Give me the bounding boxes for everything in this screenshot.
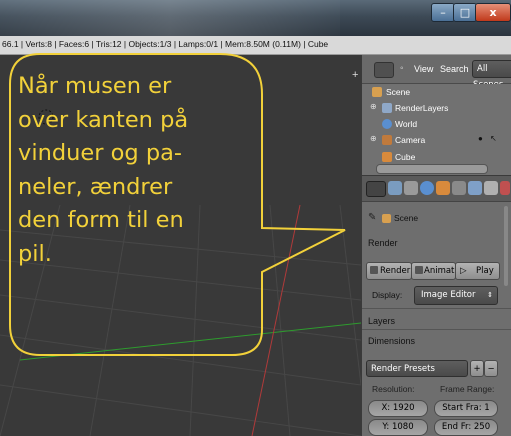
resolution-y-field[interactable]: Y: 1080: [368, 419, 428, 436]
render-icon: [370, 266, 378, 274]
animation-button[interactable]: Animati: [411, 262, 457, 280]
view-menu[interactable]: View: [414, 64, 433, 74]
outliner-item-label: Scene: [386, 87, 411, 97]
outliner-scrollbar[interactable]: [376, 164, 488, 174]
outliner-item-label: RenderLayers: [395, 103, 449, 113]
play-button[interactable]: ▷ Play: [455, 262, 500, 280]
world-icon: [382, 119, 392, 129]
display-dropdown[interactable]: Image Editor ⇕: [414, 286, 498, 305]
modifier-tab-icon[interactable]: [468, 181, 482, 195]
data-tab-icon[interactable]: [484, 181, 498, 195]
properties-tabs: [362, 176, 511, 202]
outliner-header: ◦ View Search All Scenes: [362, 55, 511, 90]
expand-icon[interactable]: ⊕: [370, 102, 377, 111]
cube-icon: [382, 152, 392, 162]
cursor-icon[interactable]: ↖: [490, 134, 497, 143]
scene-filter-dropdown[interactable]: All Scenes: [472, 60, 511, 90]
scene-context-icon: [382, 214, 391, 223]
outliner-item-label: Cube: [395, 152, 416, 162]
callout-line: den form til en: [18, 207, 184, 234]
resolution-y-value: Y: 1080: [382, 422, 414, 432]
play-icon: ▷: [460, 266, 467, 276]
frame-range-label: Frame Range:: [440, 384, 495, 394]
properties-panel: ✎ Scene Render Render Animati ▷ Play Dis…: [362, 176, 511, 436]
window-title-bar: – □ x: [0, 0, 511, 36]
start-frame-field[interactable]: Start Fra: 1: [434, 400, 498, 417]
editor-type-icon[interactable]: [366, 181, 386, 197]
outliner-item-renderlayers[interactable]: ⊕ RenderLayers: [366, 102, 496, 116]
display-label: Display:: [372, 290, 403, 300]
outliner-item-scene[interactable]: Scene: [366, 86, 486, 100]
end-frame-field[interactable]: End Fr: 250: [434, 419, 498, 436]
scene-tab-icon[interactable]: [404, 181, 418, 195]
maximize-button[interactable]: □: [453, 3, 477, 22]
remove-preset-button[interactable]: −: [484, 360, 498, 377]
callout-line: neler, ændrer: [18, 173, 173, 200]
resolution-x-value: X: 1920: [381, 403, 415, 413]
properties-scrollbar[interactable]: [504, 206, 508, 286]
object-tab-icon[interactable]: [436, 181, 450, 195]
callout-line: vinduer og pa-: [18, 140, 183, 167]
render-button-label: Render: [380, 266, 411, 276]
outliner-item-label: Camera: [395, 135, 426, 145]
close-button[interactable]: x: [475, 3, 511, 22]
dimensions-section-label: Dimensions: [368, 336, 416, 346]
eye-icon[interactable]: ●: [478, 134, 483, 143]
render-button[interactable]: Render: [366, 262, 412, 280]
outliner-tree: Scene ⊕ RenderLayers World ⊕ Camera ● ↖ …: [362, 84, 511, 175]
minimize-button[interactable]: –: [431, 3, 455, 22]
animation-button-label: Animati: [424, 266, 457, 276]
render-presets-label: Render Presets: [371, 364, 435, 374]
scene-icon: [372, 87, 382, 97]
context-label: Scene: [394, 213, 419, 223]
render-tab-icon[interactable]: [388, 181, 402, 195]
material-tab-icon[interactable]: [500, 181, 510, 195]
callout-line: pil.: [18, 240, 52, 267]
resolution-label: Resolution:: [372, 384, 415, 394]
outliner-item-camera[interactable]: ⊕ Camera ● ↖: [366, 134, 506, 148]
section-divider: [362, 308, 511, 309]
display-value: Image Editor: [421, 290, 476, 300]
callout-line: over kanten på: [18, 106, 189, 133]
world-tab-icon[interactable]: [420, 181, 434, 195]
constraints-tab-icon[interactable]: [452, 181, 466, 195]
section-divider: [362, 329, 511, 330]
editor-type-icon[interactable]: [374, 62, 394, 78]
callout-line: Når musen er: [18, 73, 172, 99]
render-section-label: Render: [368, 238, 398, 248]
end-frame-value: End Fr: 250: [441, 422, 491, 432]
outliner-item-world[interactable]: World: [366, 118, 486, 132]
outliner-panel: ◦ View Search All Scenes Scene ⊕ RenderL…: [362, 55, 511, 175]
start-frame-value: Start Fra: 1: [442, 403, 490, 413]
dropdown-arrows-icon: ⇕: [487, 291, 493, 299]
camera-icon: [382, 135, 392, 145]
animation-icon: [415, 266, 423, 274]
resolution-x-field[interactable]: X: 1920: [368, 400, 428, 417]
title-bar-reflection: [0, 0, 340, 36]
render-presets-dropdown[interactable]: Render Presets: [366, 360, 468, 377]
layers-section-label: Layers: [368, 316, 396, 326]
add-preset-button[interactable]: +: [470, 360, 484, 377]
display-mode-icon[interactable]: ◦: [400, 63, 404, 74]
pin-icon[interactable]: ✎: [368, 212, 376, 223]
renderlayers-icon: [382, 103, 392, 113]
expand-icon[interactable]: ⊕: [370, 134, 377, 143]
search-menu[interactable]: Search: [440, 64, 469, 74]
play-button-label: Play: [476, 266, 494, 276]
outliner-item-label: World: [395, 119, 418, 129]
callout-text: Når musen er over kanten på vinduer og p…: [18, 70, 258, 272]
outliner-item-cube[interactable]: Cube: [366, 150, 506, 162]
